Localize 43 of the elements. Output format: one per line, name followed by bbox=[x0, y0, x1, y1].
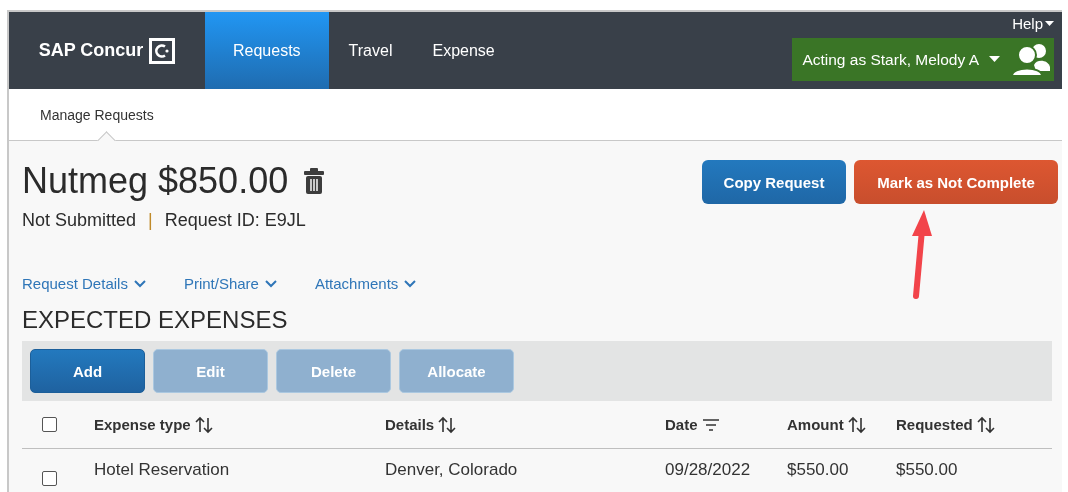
column-header[interactable]: Amount bbox=[787, 401, 896, 449]
sort-icon bbox=[847, 415, 866, 434]
acting-as-label: Acting as Stark, Melody A bbox=[802, 50, 979, 69]
help-menu[interactable]: Help bbox=[1012, 15, 1054, 32]
copy-request-button[interactable]: Copy Request bbox=[702, 160, 846, 204]
dropdown-menu[interactable]: Attachments bbox=[314, 275, 417, 292]
column-header[interactable]: Requested bbox=[896, 401, 1052, 449]
logo-icon bbox=[149, 37, 176, 64]
table-cell-text: $550.00 bbox=[787, 459, 850, 481]
column-header[interactable]: Details bbox=[385, 401, 665, 449]
mark-not-complete-button[interactable]: Mark as Not Complete bbox=[854, 160, 1058, 204]
separator-text: | bbox=[148, 210, 153, 231]
acting-as-dropdown[interactable]: Acting as Stark, Melody A bbox=[792, 38, 1054, 81]
dropdown-menu[interactable]: Print/Share bbox=[183, 275, 277, 292]
trash-icon[interactable] bbox=[304, 168, 325, 194]
chevron-down-icon bbox=[133, 279, 146, 288]
table-cell-text: Hotel Reservation bbox=[94, 459, 231, 481]
toolbar-button[interactable]: Add bbox=[30, 349, 145, 393]
nav-tab[interactable]: Requests bbox=[205, 12, 329, 89]
nav-tab[interactable]: Expense bbox=[412, 12, 515, 89]
sort-icon bbox=[976, 415, 995, 434]
sort-icon bbox=[438, 415, 457, 434]
chevron-down-icon bbox=[264, 279, 277, 288]
subnav-tab[interactable]: Manage Requests bbox=[40, 89, 154, 140]
table-cell-text: 09/28/2022 bbox=[665, 459, 752, 481]
request-id-text: Request ID: E9JL bbox=[164, 210, 306, 231]
table-cell-text: $550.00 bbox=[896, 459, 959, 481]
request-title: Nutmeg $850.00 bbox=[22, 160, 289, 202]
logo-text: SAP Concur bbox=[38, 40, 144, 61]
caret-icon bbox=[1045, 20, 1054, 27]
section-title: EXPECTED EXPENSES bbox=[22, 306, 289, 334]
filter-icon bbox=[701, 418, 720, 431]
chevron-down-icon bbox=[404, 279, 417, 288]
checkbox[interactable] bbox=[42, 417, 57, 432]
column-header[interactable]: Date bbox=[665, 401, 787, 449]
column-header[interactable]: Expense type bbox=[94, 401, 385, 449]
sort-icon bbox=[194, 415, 213, 434]
checkbox[interactable] bbox=[42, 470, 57, 486]
dropdown-menu[interactable]: Request Details bbox=[22, 275, 146, 292]
caret-icon bbox=[989, 56, 1000, 63]
status-text: Not Submitted bbox=[22, 210, 137, 231]
table-cell-text: Denver, Colorado bbox=[385, 459, 519, 481]
nav-tab[interactable]: Travel bbox=[328, 12, 413, 89]
